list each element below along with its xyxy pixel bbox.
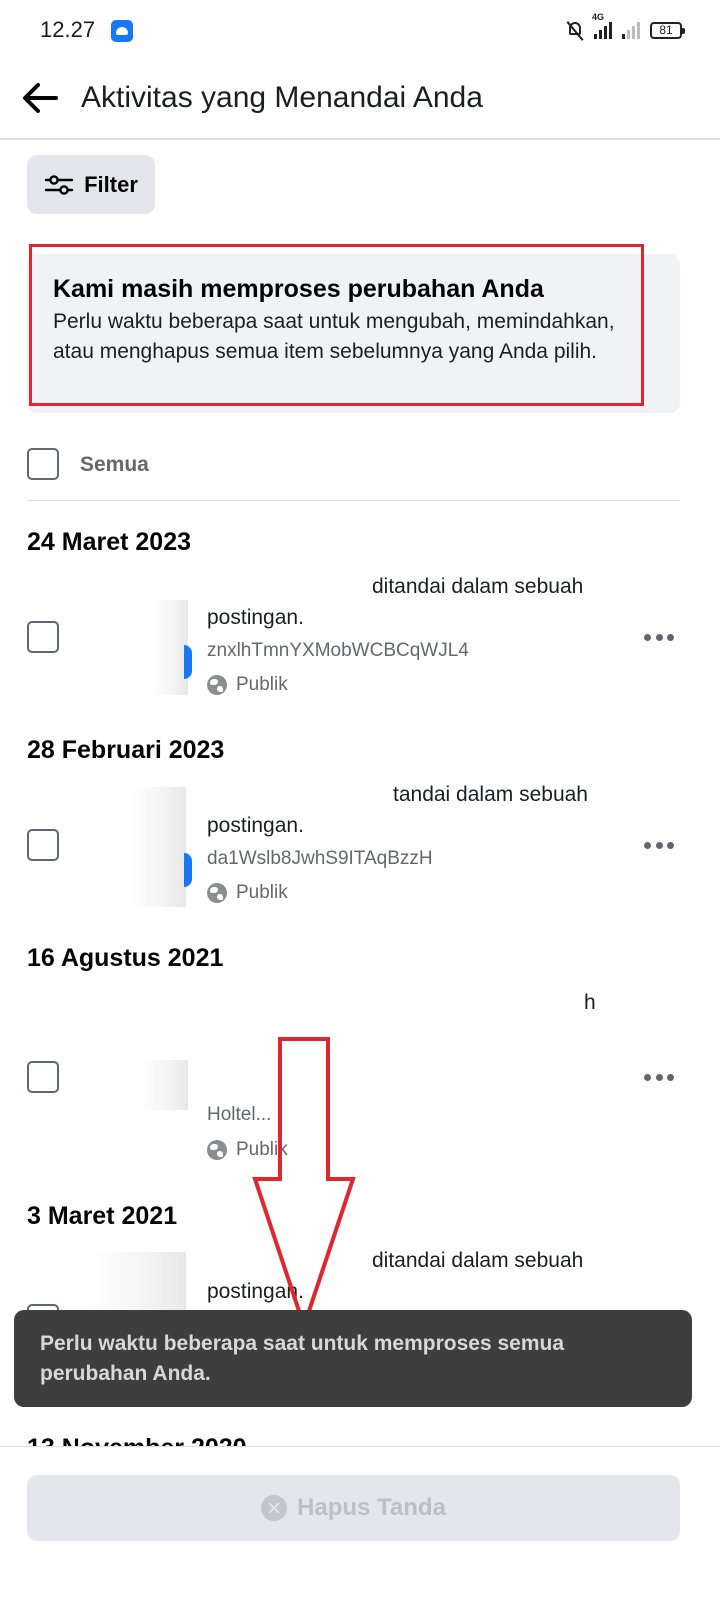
globe-icon <box>207 675 227 695</box>
network-type: 4G <box>592 12 605 22</box>
bell-off-icon <box>566 20 584 41</box>
privacy-label: Publik <box>236 882 288 903</box>
item-link-text[interactable]: da1Wslb8JwhS9ITAqBzzH <box>207 848 433 870</box>
privacy-indicator: Publik <box>207 674 288 696</box>
select-all-label: Semua <box>80 453 149 476</box>
more-options-button[interactable] <box>644 632 674 642</box>
notice-body: Perlu waktu beberapa saat untuk mengubah… <box>53 310 615 363</box>
annotation-down-arrow <box>252 1037 356 1333</box>
date-heading: 28 Februari 2023 <box>27 736 225 764</box>
remove-tag-label: Hapus Tanda <box>297 1494 446 1521</box>
thumbnail-edge <box>184 853 192 887</box>
date-heading: 24 Maret 2023 <box>27 528 192 556</box>
thumbnail-blurred <box>128 787 186 907</box>
date-heading: 3 Maret 2021 <box>27 1202 178 1230</box>
item-link-text[interactable]: znxlhTmnYXMobWCBCqWJL4 <box>207 640 469 662</box>
app-notification-icon <box>111 20 133 42</box>
globe-icon <box>207 883 227 903</box>
battery-icon: 81 <box>650 21 685 39</box>
remove-circle-x-icon <box>261 1495 288 1521</box>
app-header: Aktivitas yang Menandai Anda <box>0 60 720 140</box>
more-options-button[interactable] <box>644 1072 674 1082</box>
item-description: ditandai dalam sebuah <box>372 575 584 598</box>
filter-label: Filter <box>84 171 138 197</box>
battery-level: 81 <box>659 23 673 37</box>
item-checkbox[interactable] <box>27 829 59 861</box>
globe-icon <box>207 1140 227 1160</box>
page-title: Aktivitas yang Menandai Anda <box>81 81 483 114</box>
filter-sliders-icon <box>44 173 74 197</box>
select-all-row[interactable]: Semua <box>27 445 680 501</box>
bottom-action-bar: Hapus Tanda <box>0 1446 720 1600</box>
thumbnail-blurred <box>86 1252 186 1310</box>
date-heading-partial: 13 November 2020 <box>27 1430 247 1446</box>
item-checkbox[interactable] <box>27 621 59 653</box>
privacy-indicator: Publik <box>207 882 288 904</box>
remove-tag-button[interactable]: Hapus Tanda <box>27 1475 680 1541</box>
privacy-label: Publik <box>236 674 288 695</box>
more-options-button[interactable] <box>644 840 674 850</box>
signal-4g-icon: 4G <box>592 12 612 39</box>
signal-sim2-icon <box>622 21 640 39</box>
status-bar: 12.27 4G 81 <box>0 0 720 60</box>
select-all-checkbox[interactable] <box>27 448 59 480</box>
item-description: tandai dalam sebuah <box>393 783 588 806</box>
toast-message: Perlu waktu beberapa saat untuk memprose… <box>14 1310 692 1407</box>
toast-text: Perlu waktu beberapa saat untuk memprose… <box>40 1332 565 1385</box>
item-checkbox[interactable] <box>27 1061 59 1093</box>
item-description: ditandai dalam sebuah <box>372 1249 584 1272</box>
notice-title: Kami masih memproses perubahan Anda <box>53 275 544 303</box>
date-heading: 16 Agustus 2021 <box>27 944 224 972</box>
status-time: 12.27 <box>40 17 96 42</box>
item-description-cont[interactable]: postingan. <box>207 603 304 633</box>
item-description-cont[interactable]: postingan. <box>207 811 304 841</box>
back-arrow-icon <box>23 83 58 113</box>
item-description: h <box>584 991 596 1014</box>
filter-button[interactable]: Filter <box>27 155 155 214</box>
thumbnail-blurred <box>140 1060 188 1110</box>
thumbnail-blurred <box>150 600 188 695</box>
back-button[interactable] <box>18 76 62 120</box>
date-heading-peek: 13 November 2020 <box>27 1434 247 1446</box>
thumbnail-edge <box>184 645 192 679</box>
status-icons: 4G 81 <box>566 12 685 44</box>
